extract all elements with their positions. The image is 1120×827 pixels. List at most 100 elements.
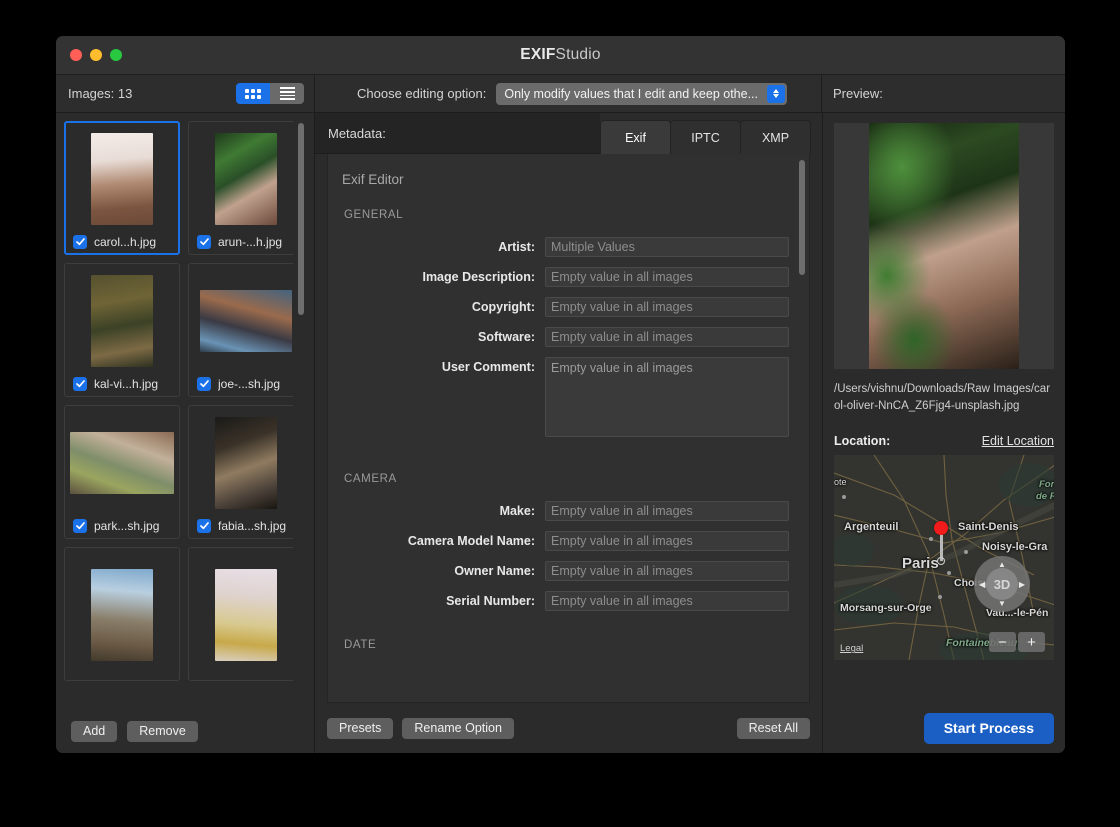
- reset-all-button[interactable]: Reset All: [736, 717, 810, 739]
- thumbnail-item[interactable]: carol...h.jpg: [64, 121, 180, 255]
- thumbnail-footer: arun-...h.jpg: [193, 231, 293, 250]
- thumbnail-item[interactable]: park...sh.jpg: [64, 405, 180, 539]
- toolbar-right: Preview:: [822, 75, 1065, 112]
- thumbnail-filename: joe-...sh.jpg: [218, 377, 281, 391]
- map-legal-link[interactable]: Legal: [840, 643, 863, 654]
- preview-panel: /Users/vishnu/Downloads/Raw Images/carol…: [822, 113, 1065, 753]
- center-footer: Presets Rename Option Reset All: [315, 703, 822, 753]
- tab-iptc[interactable]: IPTC: [670, 120, 741, 154]
- toolbar: Images: 13 Choose editing option: Only m…: [56, 75, 1065, 113]
- thumbnail-item[interactable]: [64, 547, 180, 681]
- location-row: Location: Edit Location: [834, 434, 1054, 448]
- thumbnail-filename: park...sh.jpg: [94, 519, 160, 533]
- editing-option-select[interactable]: Only modify values that I edit and keep …: [496, 82, 788, 105]
- thumbnail-footer: carol...h.jpg: [69, 231, 175, 250]
- thumbnail-image: [193, 553, 293, 676]
- thumbnail-checkbox[interactable]: [197, 519, 211, 533]
- map-zoom-in-button[interactable]: +: [1018, 632, 1045, 653]
- field-row-owner-name: Owner Name:: [342, 561, 789, 581]
- map-label-forest: de Re: [1036, 491, 1054, 503]
- thumbnail-footer: fabia...sh.jpg: [193, 515, 293, 534]
- field-label-copyright: Copyright:: [471, 300, 535, 314]
- map-pin[interactable]: [934, 521, 948, 566]
- app-window: EXIFStudio Images: 13 Choose editing opt…: [56, 36, 1065, 753]
- map-label: ote: [834, 477, 847, 488]
- thumbnail-checkbox[interactable]: [73, 377, 87, 391]
- thumbnail-item[interactable]: fabia...sh.jpg: [188, 405, 293, 539]
- thumbnail-checkbox[interactable]: [197, 235, 211, 249]
- user-comment-textarea[interactable]: [545, 357, 789, 437]
- window-title: EXIFStudio: [56, 46, 1065, 64]
- thumbnail-image: [69, 269, 175, 373]
- location-map[interactable]: ote Argenteuil Saint-Denis Noisy-le-Gra …: [834, 455, 1054, 661]
- field-label-serial-number: Serial Number:: [446, 594, 535, 608]
- field-row-serial-number: Serial Number:: [342, 591, 789, 611]
- scrollbar-thumb[interactable]: [799, 160, 805, 275]
- thumbnail-filename: fabia...sh.jpg: [218, 519, 287, 533]
- map-3d-label: 3D: [986, 568, 1018, 601]
- image-sidebar: carol...h.jpg arun-...h.jpg kal-vi...h.j…: [56, 113, 315, 753]
- thumbnail-item[interactable]: joe-...sh.jpg: [188, 263, 293, 397]
- map-label: Morsang-sur-Orge: [840, 602, 932, 615]
- thumbnail-footer: park...sh.jpg: [69, 515, 175, 534]
- preview-file-path: /Users/vishnu/Downloads/Raw Images/carol…: [834, 383, 1051, 412]
- map-label-forest: Forêt: [1039, 479, 1054, 491]
- grid-view-icon[interactable]: [236, 83, 270, 104]
- thumbnail-checkbox[interactable]: [73, 519, 87, 533]
- serial-number-input[interactable]: [545, 591, 789, 611]
- thumbnail-item[interactable]: arun-...h.jpg: [188, 121, 293, 255]
- field-row-user-comment: User Comment:: [342, 357, 789, 437]
- start-process-button[interactable]: Start Process: [923, 712, 1054, 744]
- list-view-icon[interactable]: [270, 83, 304, 104]
- rename-option-button[interactable]: Rename Option: [402, 717, 514, 739]
- make-input[interactable]: [545, 501, 789, 521]
- remove-images-button[interactable]: Remove: [127, 720, 198, 742]
- field-row-copyright: Copyright:: [342, 297, 789, 317]
- map-label: Saint-Denis: [958, 521, 1019, 534]
- tab-xmp[interactable]: XMP: [740, 120, 811, 154]
- map-label: Noisy-le-Gra: [982, 541, 1048, 554]
- artist-input[interactable]: [545, 237, 789, 257]
- thumbnail-image: [193, 127, 293, 231]
- preview-image: [834, 123, 1054, 369]
- thumbnail-image: [69, 411, 175, 515]
- metadata-tabs: Exif IPTC XMP: [600, 120, 822, 154]
- field-row-camera-model-name: Camera Model Name:: [342, 531, 789, 551]
- thumbnail-checkbox[interactable]: [73, 235, 87, 249]
- form-scrollbar[interactable]: [795, 154, 809, 702]
- copyright-input[interactable]: [545, 297, 789, 317]
- metadata-editor-panel: Metadata: Exif IPTC XMP Exif Editor GENE…: [315, 113, 822, 753]
- image-description-input[interactable]: [545, 267, 789, 287]
- thumbnail-checkbox[interactable]: [197, 377, 211, 391]
- images-count-label: Images: 13: [68, 86, 133, 101]
- field-label-image-description: Image Description:: [422, 270, 535, 284]
- edit-location-link[interactable]: Edit Location: [982, 434, 1054, 448]
- preview-label: Preview:: [833, 86, 883, 101]
- tab-exif[interactable]: Exif: [600, 120, 671, 154]
- owner-name-input[interactable]: [545, 561, 789, 581]
- thumbnail-image: [193, 411, 293, 515]
- section-heading-camera: CAMERA: [344, 473, 397, 485]
- field-label-make: Make:: [499, 504, 535, 518]
- thumbnail-image: [69, 553, 175, 676]
- thumbnail-scrollbar[interactable]: [296, 121, 306, 709]
- map-3d-control[interactable]: ▲ ▼ ◀ ▶ 3D: [974, 556, 1030, 613]
- camera-model-name-input[interactable]: [545, 531, 789, 551]
- thumbnail-image: [193, 269, 293, 373]
- editing-option-label: Choose editing option:: [357, 86, 487, 101]
- software-input[interactable]: [545, 327, 789, 347]
- thumbnail-footer: joe-...sh.jpg: [193, 373, 293, 392]
- window-title-rest: Studio: [555, 46, 601, 63]
- toolbar-left: Images: 13: [56, 75, 315, 112]
- thumbnail-item[interactable]: kal-vi...h.jpg: [64, 263, 180, 397]
- add-images-button[interactable]: Add: [71, 720, 118, 742]
- view-mode-toggle[interactable]: [236, 83, 304, 104]
- field-label-software: Software:: [478, 330, 535, 344]
- map-zoom-out-button[interactable]: −: [989, 632, 1016, 653]
- metadata-tab-bar: Metadata: Exif IPTC XMP: [315, 113, 822, 154]
- field-row-software: Software:: [342, 327, 789, 347]
- chevron-updown-icon[interactable]: [767, 84, 786, 103]
- thumbnail-item[interactable]: [188, 547, 293, 681]
- scrollbar-thumb[interactable]: [298, 123, 304, 315]
- presets-button[interactable]: Presets: [327, 717, 394, 739]
